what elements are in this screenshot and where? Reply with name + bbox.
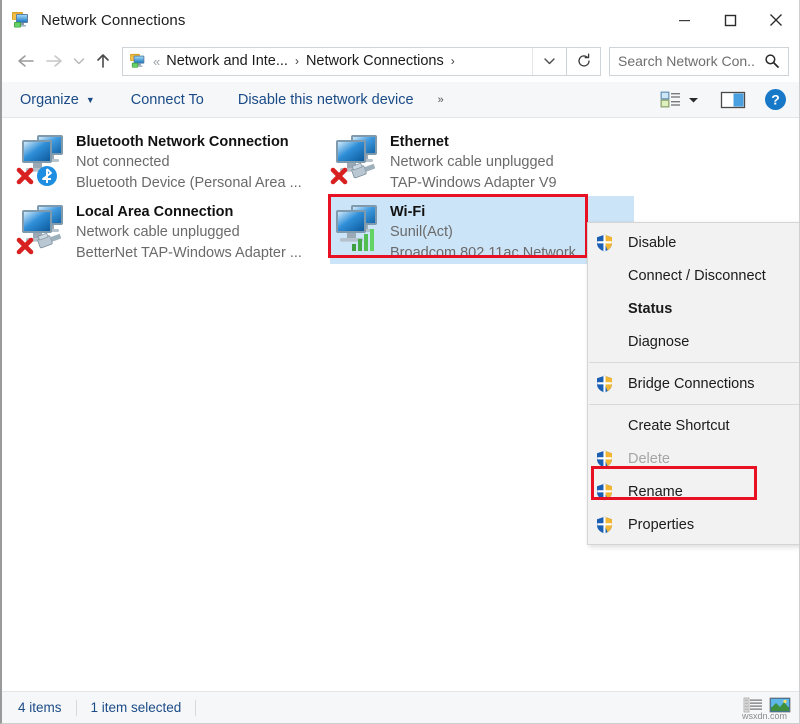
network-adapter-icon (16, 130, 72, 188)
status-bar: 4 items 1 item selected (2, 691, 799, 723)
list-item-text: Wi-Fi Sunil(Act) Broadcom 802.11ac Netwo… (390, 200, 576, 264)
context-menu-item-bridge-connections[interactable]: Bridge Connections (588, 367, 800, 400)
context-menu-item-status[interactable]: Status (588, 292, 800, 325)
context-menu-label: Diagnose (628, 334, 689, 350)
breadcrumb-item-network-connections[interactable]: Network Connections (305, 53, 445, 69)
uac-shield-icon (596, 450, 620, 468)
breadcrumb-chevron-1[interactable]: › (289, 54, 305, 68)
up-arrow-icon[interactable] (90, 46, 116, 76)
connection-name: Local Area Connection (76, 203, 302, 222)
context-menu-label: Create Shortcut (628, 418, 730, 434)
minimize-button[interactable] (661, 0, 707, 40)
refresh-icon[interactable] (567, 47, 601, 76)
context-menu-label: Properties (628, 517, 694, 533)
selection-count-label: 1 item selected (91, 700, 182, 715)
breadcrumb-chevron-2[interactable]: › (445, 54, 461, 68)
network-connections-window: Network Connections (0, 0, 800, 724)
connection-adapter: BetterNet TAP-Windows Adapter ... (76, 243, 302, 264)
connection-status: Not connected (76, 152, 302, 173)
uac-shield-icon (596, 516, 620, 534)
context-menu-label: Disable (628, 235, 676, 251)
toolbar-overflow-button[interactable]: » (438, 82, 443, 117)
connection-status: Sunil(Act) (390, 222, 576, 243)
item-count-label: 4 items (18, 700, 62, 715)
search-box[interactable] (609, 47, 789, 76)
context-menu-label: Bridge Connections (628, 376, 755, 392)
preview-pane-icon[interactable] (720, 90, 746, 110)
organize-button[interactable]: Organize ▼ (20, 82, 95, 117)
title-bar: Network Connections (2, 0, 799, 40)
uac-shield-icon (596, 234, 620, 252)
connection-name: Ethernet (390, 133, 557, 152)
context-menu: Disable Connect / Disconnect Status Diag… (587, 222, 800, 545)
connection-name: Wi-Fi (390, 203, 576, 222)
connection-adapter: Bluetooth Device (Personal Area ... (76, 173, 302, 194)
context-menu-item-rename[interactable]: Rename (588, 475, 800, 508)
network-adapter-icon (16, 200, 72, 258)
list-item-text: Ethernet Network cable unplugged TAP-Win… (390, 130, 557, 194)
context-menu-label: Rename (628, 484, 683, 500)
view-dropdown-caret-icon[interactable] (682, 96, 704, 104)
context-menu-item-properties[interactable]: Properties (588, 508, 800, 541)
search-input[interactable] (610, 49, 754, 74)
view-mode-buttons: wsxdn.com (743, 696, 791, 719)
list-item[interactable]: Ethernet Network cable unplugged TAP-Win… (330, 126, 620, 194)
watermark-label: wsxdn.com (742, 711, 787, 721)
list-item[interactable]: Bluetooth Network Connection Not connect… (16, 126, 316, 194)
help-icon[interactable]: ? (764, 88, 787, 111)
network-folder-icon (130, 53, 148, 69)
address-bar: « Network and Inte... › Network Connecti… (2, 40, 799, 82)
context-menu-item-connect-disconnect[interactable]: Connect / Disconnect (588, 259, 800, 292)
command-toolbar: Organize ▼ Connect To Disable this netwo… (2, 82, 799, 118)
list-item-selected[interactable]: Wi-Fi Sunil(Act) Broadcom 802.11ac Netwo… (330, 196, 590, 264)
list-item-text: Bluetooth Network Connection Not connect… (76, 130, 302, 194)
uac-shield-icon (596, 375, 620, 393)
context-menu-label: Status (628, 301, 672, 317)
list-item-text: Local Area Connection Network cable unpl… (76, 200, 302, 264)
network-connections-icon (12, 11, 32, 29)
organize-caret-icon: ▼ (86, 95, 95, 105)
context-menu-separator (589, 404, 800, 405)
network-adapter-icon (330, 130, 386, 188)
forward-arrow-icon[interactable] (40, 46, 68, 76)
context-menu-item-disable[interactable]: Disable (588, 226, 800, 259)
breadcrumb-overflow[interactable]: « (148, 54, 165, 69)
connections-list: Bluetooth Network Connection Not connect… (2, 118, 799, 691)
disable-network-device-button[interactable]: Disable this network device (238, 82, 414, 117)
window-controls (661, 0, 799, 40)
status-divider (195, 700, 196, 716)
close-button[interactable] (753, 0, 799, 40)
context-menu-item-create-shortcut[interactable]: Create Shortcut (588, 409, 800, 442)
change-view-icon[interactable] (660, 90, 682, 110)
context-menu-label: Delete (628, 451, 670, 467)
status-divider (76, 700, 77, 716)
svg-text:?: ? (771, 92, 780, 108)
breadcrumb-item-network-and-internet[interactable]: Network and Inte... (165, 53, 289, 69)
breadcrumb-dropdown-icon[interactable] (532, 48, 566, 75)
recent-locations-chevron-icon[interactable] (68, 46, 90, 76)
organize-label: Organize (20, 92, 79, 108)
breadcrumb[interactable]: « Network and Inte... › Network Connecti… (122, 47, 567, 76)
context-menu-item-diagnose[interactable]: Diagnose (588, 325, 800, 358)
network-adapter-icon (330, 200, 386, 258)
window-title: Network Connections (41, 12, 185, 29)
connection-status: Network cable unplugged (390, 152, 557, 173)
search-icon[interactable] (764, 53, 780, 69)
uac-shield-icon (596, 483, 620, 501)
connection-status: Network cable unplugged (76, 222, 302, 243)
maximize-button[interactable] (707, 0, 753, 40)
connect-to-button[interactable]: Connect To (131, 82, 204, 117)
context-menu-separator (589, 362, 800, 363)
connection-adapter: Broadcom 802.11ac Network (390, 243, 576, 264)
context-menu-label: Connect / Disconnect (628, 268, 766, 284)
connection-name: Bluetooth Network Connection (76, 133, 302, 152)
toolbar-right-group: ? (660, 88, 787, 111)
context-menu-item-delete: Delete (588, 442, 800, 475)
selection-highlight-extension (587, 196, 634, 223)
list-item[interactable]: Local Area Connection Network cable unpl… (16, 196, 316, 264)
back-arrow-icon[interactable] (12, 46, 40, 76)
connection-adapter: TAP-Windows Adapter V9 (390, 173, 557, 194)
